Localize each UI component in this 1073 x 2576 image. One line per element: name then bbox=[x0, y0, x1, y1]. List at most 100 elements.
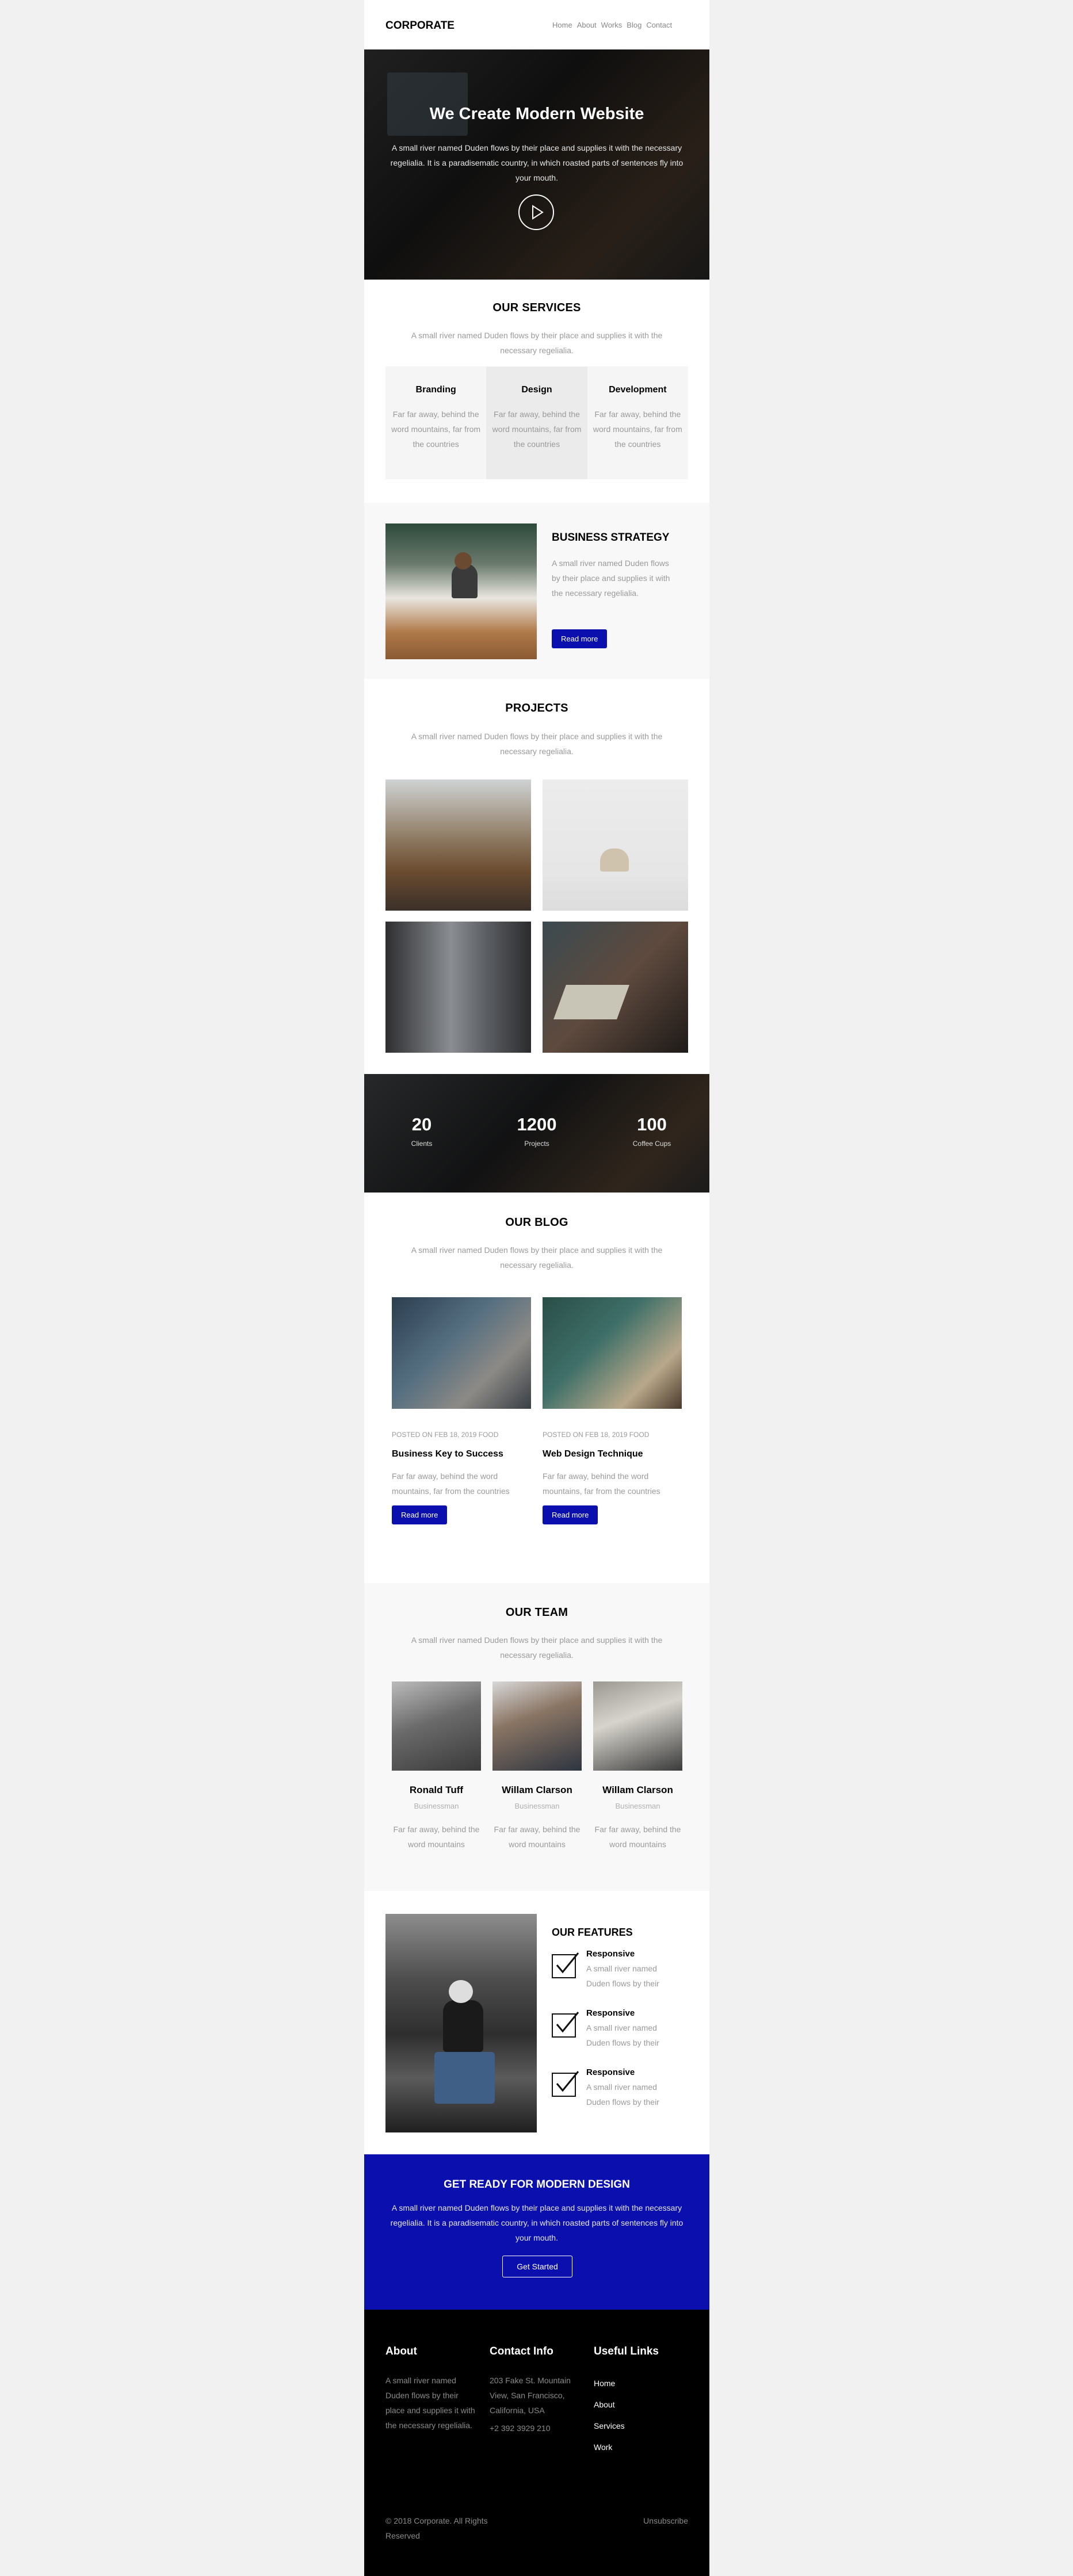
feature-title: Responsive bbox=[586, 1949, 635, 1959]
feature-item: Responsive A small river named Duden flo… bbox=[552, 2008, 690, 2050]
footer-about-text: A small river named Duden flows by their… bbox=[385, 2376, 475, 2430]
service-card-development[interactable]: Development Far far away, behind the wor… bbox=[587, 366, 688, 479]
project-image-4[interactable] bbox=[543, 922, 688, 1053]
feature-title: Responsive bbox=[586, 2067, 635, 2077]
counter-projects: 1200 Projects bbox=[491, 1114, 583, 1148]
blog-read-more-button[interactable]: Read more bbox=[543, 1505, 598, 1524]
feature-item: Responsive A small river named Duden flo… bbox=[552, 1949, 690, 1991]
team-photo bbox=[593, 1681, 682, 1771]
nav-home[interactable]: Home bbox=[552, 21, 572, 29]
counter-coffee: 100 Coffee Cups bbox=[606, 1114, 698, 1148]
footer-link-services[interactable]: Services bbox=[594, 2416, 625, 2437]
check-icon bbox=[552, 2071, 579, 2097]
service-title: Branding bbox=[415, 385, 456, 395]
blog-meta: POSTED ON FEB 18, 2019 FOOD bbox=[543, 1431, 650, 1439]
team-member: Ronald Tuff Businessman Far far away, be… bbox=[392, 1681, 481, 1852]
strategy-section: BUSINESS STRATEGY A small river named Du… bbox=[364, 503, 709, 679]
service-card-design[interactable]: Design Far far away, behind the word mou… bbox=[486, 366, 587, 479]
feature-text: A small river named Duden flows by their bbox=[586, 1964, 659, 1988]
footer-copyright: © 2018 Corporate. All Rights Reserved bbox=[385, 2516, 488, 2540]
cta-text: A small river named Duden flows by their… bbox=[390, 2203, 683, 2242]
get-started-button[interactable]: Get Started bbox=[502, 2256, 572, 2277]
blog-post-title[interactable]: Web Design Technique bbox=[543, 1449, 682, 1459]
service-text: Far far away, behind the word mountains,… bbox=[391, 410, 481, 449]
footer-contact-title: Contact Info bbox=[490, 2345, 553, 2357]
team-role: Businessman bbox=[514, 1802, 560, 1810]
feature-item: Responsive A small river named Duden flo… bbox=[552, 2067, 690, 2109]
service-text: Far far away, behind the word mountains,… bbox=[492, 410, 582, 449]
footer-links: Home About Services Work bbox=[594, 2373, 625, 2458]
footer-link-about[interactable]: About bbox=[594, 2394, 625, 2416]
project-image-1[interactable] bbox=[385, 779, 531, 911]
service-title: Development bbox=[609, 385, 667, 395]
counter-value: 100 bbox=[637, 1114, 667, 1134]
footer-link-work[interactable]: Work bbox=[594, 2437, 625, 2458]
cta-section: GET READY FOR MODERN DESIGN A small rive… bbox=[364, 2154, 709, 2310]
email-container: CORPORATE Home About Works Blog Contact … bbox=[364, 0, 709, 2576]
project-image-2[interactable] bbox=[543, 779, 688, 911]
footer-phone[interactable]: +2 392 3929 210 bbox=[490, 2424, 551, 2433]
team-member: Willam Clarson Businessman Far far away,… bbox=[593, 1681, 682, 1852]
feature-text: A small river named Duden flows by their bbox=[586, 2082, 659, 2107]
blog-post: POSTED ON FEB 18, 2019 FOOD Web Design T… bbox=[543, 1297, 682, 1524]
project-image-3[interactable] bbox=[385, 922, 531, 1053]
footer-links-title: Useful Links bbox=[594, 2345, 659, 2357]
team-photo bbox=[392, 1681, 481, 1771]
strategy-title: BUSINESS STRATEGY bbox=[552, 532, 670, 544]
footer-about-title: About bbox=[385, 2345, 417, 2357]
team-subtitle: A small river named Duden flows by their… bbox=[411, 1635, 663, 1660]
team-role: Businessman bbox=[414, 1802, 459, 1810]
team-role: Businessman bbox=[615, 1802, 660, 1810]
check-icon bbox=[552, 1952, 579, 1978]
projects-subtitle: A small river named Duden flows by their… bbox=[411, 732, 663, 756]
feature-text: A small river named Duden flows by their bbox=[586, 2023, 659, 2047]
service-title: Design bbox=[521, 385, 552, 395]
blog-text: Far far away, behind the word mountains,… bbox=[543, 1472, 660, 1496]
nav-about[interactable]: About bbox=[577, 21, 597, 29]
team-photo bbox=[492, 1681, 582, 1771]
counter-label: Projects bbox=[524, 1140, 549, 1148]
nav-blog[interactable]: Blog bbox=[627, 21, 641, 29]
blog-meta: POSTED ON FEB 18, 2019 FOOD bbox=[392, 1431, 499, 1439]
counter-value: 20 bbox=[411, 1114, 432, 1134]
blog-title: OUR BLOG bbox=[505, 1216, 568, 1229]
blog-image[interactable] bbox=[392, 1297, 531, 1409]
hero-text: A small river named Duden flows by their… bbox=[390, 143, 683, 182]
top-nav: Home About Works Blog Contact bbox=[552, 21, 672, 29]
service-text: Far far away, behind the word mountains,… bbox=[593, 410, 682, 449]
counters-banner: 20 Clients 1200 Projects 100 Coffee Cups bbox=[364, 1074, 709, 1193]
counter-label: Coffee Cups bbox=[632, 1140, 671, 1148]
unsubscribe-link[interactable]: Unsubscribe bbox=[635, 2513, 688, 2528]
strategy-text: A small river named Duden flows by their… bbox=[552, 559, 670, 598]
play-icon[interactable] bbox=[518, 194, 554, 230]
service-card-branding[interactable]: Branding Far far away, behind the word m… bbox=[385, 366, 487, 479]
brand-logo[interactable]: CORPORATE bbox=[385, 20, 455, 32]
blog-text: Far far away, behind the word mountains,… bbox=[392, 1472, 510, 1496]
feature-title: Responsive bbox=[586, 2008, 635, 2018]
counter-clients: 20 Clients bbox=[376, 1114, 468, 1148]
nav-works[interactable]: Works bbox=[601, 21, 623, 29]
check-icon bbox=[552, 2012, 579, 2038]
features-title: OUR FEATURES bbox=[552, 1927, 633, 1938]
blog-image[interactable] bbox=[543, 1297, 682, 1409]
footer-address: 203 Fake St. Mountain View, San Francisc… bbox=[490, 2376, 571, 2415]
nav-contact[interactable]: Contact bbox=[646, 21, 672, 29]
blog-post-title[interactable]: Business Key to Success bbox=[392, 1449, 531, 1459]
services-grid: Branding Far far away, behind the word m… bbox=[385, 366, 688, 479]
team-name: Ronald Tuff bbox=[409, 1784, 464, 1795]
team-section: OUR TEAM A small river named Duden flows… bbox=[364, 1583, 709, 1891]
team-member: Willam Clarson Businessman Far far away,… bbox=[492, 1681, 582, 1852]
strategy-read-more-button[interactable]: Read more bbox=[552, 629, 608, 648]
services-title: OUR SERVICES bbox=[492, 301, 581, 314]
projects-title: PROJECTS bbox=[505, 702, 568, 714]
team-text: Far far away, behind the word mountains bbox=[393, 1825, 480, 1849]
counter-value: 1200 bbox=[517, 1114, 557, 1134]
blog-read-more-button[interactable]: Read more bbox=[392, 1505, 448, 1524]
cta-title: GET READY FOR MODERN DESIGN bbox=[444, 2178, 630, 2191]
footer-link-home[interactable]: Home bbox=[594, 2373, 625, 2394]
team-text: Far far away, behind the word mountains bbox=[494, 1825, 581, 1849]
services-subtitle: A small river named Duden flows by their… bbox=[411, 331, 663, 355]
team-text: Far far away, behind the word mountains bbox=[594, 1825, 681, 1849]
strategy-image bbox=[385, 523, 537, 659]
features-image bbox=[385, 1914, 537, 2132]
